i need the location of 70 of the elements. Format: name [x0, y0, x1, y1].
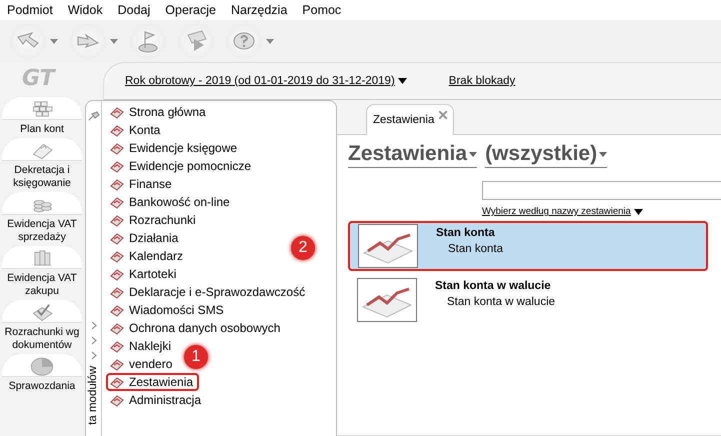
search-field[interactable]	[482, 181, 721, 200]
caret-icon	[599, 152, 608, 156]
module-item[interactable]: Wiadomości SMS	[106, 301, 230, 319]
module-icon	[110, 375, 124, 389]
module-item[interactable]: Konta	[106, 121, 166, 139]
tab[interactable]: Zestawienia	[366, 104, 454, 135]
sort-dropdown[interactable]: Wybierz według nazwy zestawienia	[482, 206, 643, 217]
report-title: Stan konta	[436, 227, 496, 239]
module-item[interactable]: Bankowość on-line	[106, 193, 236, 211]
menu-item[interactable]: Widok	[66, 3, 104, 17]
module-icon	[110, 357, 124, 371]
report-title: Stan konta w walucie	[435, 280, 552, 292]
module-item[interactable]: Strona główna	[106, 103, 212, 121]
module-icon	[110, 177, 124, 191]
menu-item[interactable]: Pomoc	[301, 3, 342, 17]
menu-item[interactable]: Podmiot	[6, 3, 54, 17]
shortcut-label[interactable]: Ewidencja VAT zakupu	[0, 269, 84, 298]
shortcut-label[interactable]: Plan kont	[20, 120, 64, 136]
module-icon	[110, 195, 124, 209]
caret-icon	[634, 208, 643, 214]
module-item[interactable]: Działania	[106, 229, 184, 247]
module-item[interactable]: vendero	[106, 355, 178, 373]
module-icon	[110, 105, 124, 119]
module-item[interactable]: Rozrachunki	[106, 211, 202, 229]
module-item[interactable]: Kalendarz	[106, 247, 190, 265]
module-icon	[110, 339, 124, 353]
shortcut-label[interactable]: Sprawozdania	[8, 377, 76, 393]
module-icon	[110, 393, 124, 407]
module-item[interactable]: Ochrona danych osobowych	[106, 319, 286, 337]
module-item[interactable]: Ewidencje pomocnicze	[106, 157, 258, 175]
menu-item[interactable]: Operacje	[164, 3, 217, 17]
module-icon	[110, 231, 124, 245]
shortcut-label[interactable]: Ewidencja VAT sprzedaży	[0, 215, 84, 244]
module-item[interactable]: Naklejki	[106, 337, 178, 355]
module-item[interactable]: Finanse	[106, 175, 178, 193]
module-icon	[110, 321, 124, 335]
caret-icon	[50, 38, 58, 44]
shortcut-label[interactable]: Rozrachunki wg dokumentów	[0, 323, 84, 352]
filter-dropdown[interactable]: (wszystkie)	[485, 141, 608, 168]
module-icon	[110, 303, 124, 317]
module-icon	[110, 213, 124, 227]
report-row[interactable]: Stan konta Stan konta	[348, 221, 708, 271]
fiscal-year-dropdown[interactable]: Rok obrotowy - 2019 (od 01-01-2019 do 31-12-2019)	[125, 75, 407, 87]
shortcut-label[interactable]: Dekretacja i księgowanie	[0, 161, 84, 190]
menu-item[interactable]: Dodaj	[116, 3, 152, 17]
pie-chart-icon	[29, 356, 55, 376]
caret-icon	[266, 38, 274, 44]
caret-icon	[110, 38, 118, 44]
module-item[interactable]: Kartoteki	[106, 265, 182, 283]
report-description: Stan konta	[447, 242, 503, 255]
report-description: Stan konta w walucie	[446, 295, 556, 308]
category-dropdown[interactable]: Zestawienia	[348, 141, 478, 168]
report-row[interactable]: Stan konta w walucie Stan konta w walucie	[348, 275, 708, 325]
caret-icon	[469, 152, 478, 156]
close-icon	[439, 111, 447, 119]
lock-status-link[interactable]: Brak blokady	[448, 75, 516, 87]
module-item[interactable]: Ewidencje księgowe	[106, 139, 244, 157]
module-icon	[110, 249, 124, 263]
menu-item[interactable]: Narzędzia	[230, 3, 288, 17]
module-list-label: ta modułów	[87, 366, 100, 425]
module-icon	[110, 267, 124, 281]
module-icon	[110, 159, 124, 173]
caret-icon	[398, 78, 407, 84]
module-icon	[110, 285, 124, 299]
module-item[interactable]: Zestawienia	[106, 373, 200, 391]
module-icon	[110, 123, 124, 137]
app-logo: GT	[22, 66, 55, 91]
module-item[interactable]: Administracja	[106, 391, 208, 409]
module-icon	[110, 141, 124, 155]
module-item[interactable]: Deklaracje i e-Sprawozdawczość	[106, 283, 312, 301]
